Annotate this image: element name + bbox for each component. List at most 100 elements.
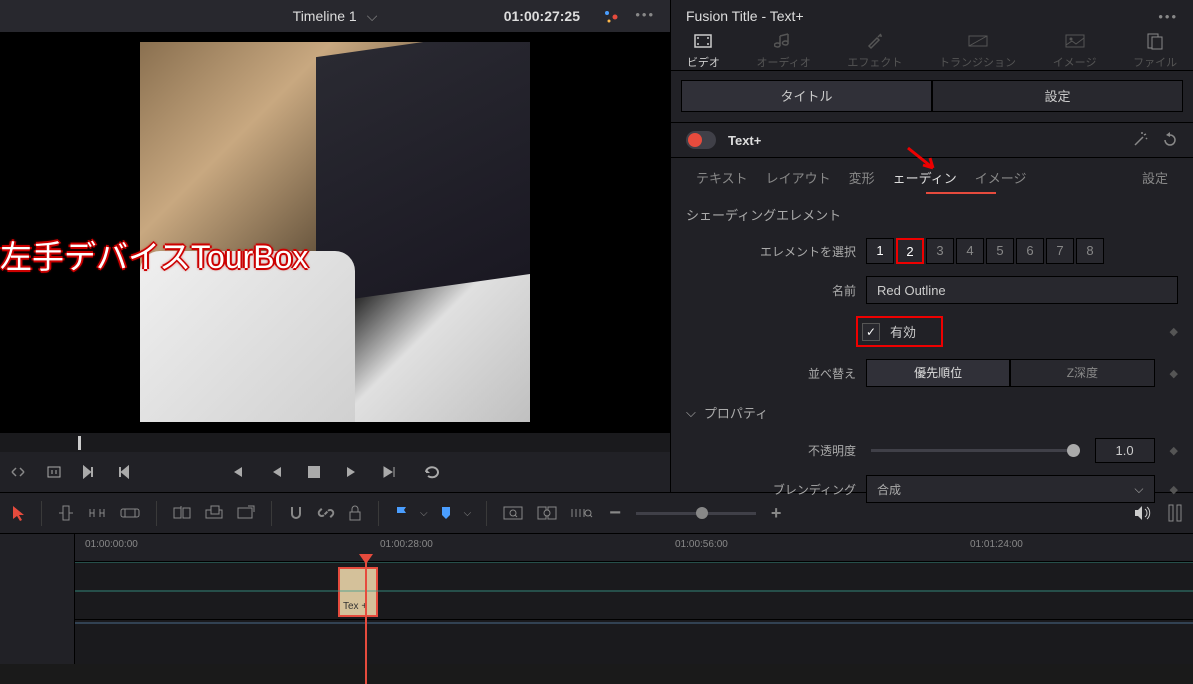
- volume-icon[interactable]: [1132, 504, 1152, 522]
- element-3-button[interactable]: 3: [926, 238, 954, 264]
- chevron-down-icon[interactable]: ⌵: [420, 508, 428, 519]
- snap-icon[interactable]: [287, 504, 305, 522]
- viewer[interactable]: 左手デバイスTourBox: [0, 32, 670, 432]
- options-icon[interactable]: •••: [635, 7, 655, 22]
- viewer-scrubber[interactable]: [0, 432, 670, 452]
- timeline-name-label: Timeline 1: [293, 8, 357, 24]
- expand-icon[interactable]: [10, 465, 26, 479]
- replace-icon[interactable]: [236, 504, 256, 522]
- opacity-slider[interactable]: [871, 449, 1080, 452]
- lock-icon[interactable]: [347, 504, 363, 522]
- zoom-custom-icon[interactable]: [570, 505, 594, 521]
- scrub-marker: [78, 436, 81, 450]
- dynamic-trim-icon[interactable]: [119, 505, 141, 521]
- blending-dropdown[interactable]: 合成 ⌵: [866, 475, 1155, 503]
- subtab-settings[interactable]: 設定: [1142, 168, 1168, 187]
- subtab-underline: [926, 192, 996, 194]
- select-element-label: エレメントを選択: [686, 243, 856, 260]
- text-enable-toggle[interactable]: [686, 131, 716, 149]
- slider-thumb[interactable]: [1067, 444, 1080, 457]
- tab-transition[interactable]: トランジション: [939, 32, 1016, 70]
- element-4-button[interactable]: 4: [956, 238, 984, 264]
- sort-label: 並べ替え: [686, 365, 856, 382]
- prev-clip-button[interactable]: [116, 465, 130, 479]
- video-clip-bar: [75, 622, 1193, 624]
- sort-priority-button[interactable]: 優先順位: [866, 359, 1010, 387]
- tab-video[interactable]: ビデオ: [687, 32, 720, 70]
- next-clip-button[interactable]: [82, 465, 96, 479]
- title-tab-button[interactable]: タイトル: [681, 80, 932, 112]
- sort-zdepth-button[interactable]: Z深度: [1010, 359, 1154, 387]
- inspector-title: Fusion Title - Text+: [686, 8, 804, 24]
- element-1-button[interactable]: 1: [866, 238, 894, 264]
- zoom-detail-icon[interactable]: [536, 505, 558, 521]
- loop-button[interactable]: [423, 464, 441, 480]
- settings-tab-button[interactable]: 設定: [932, 80, 1183, 112]
- ruler-tick: 01:00:00:00: [85, 539, 138, 550]
- marker-icon[interactable]: [440, 505, 452, 521]
- element-5-button[interactable]: 5: [986, 238, 1014, 264]
- properties-collapse[interactable]: ⌵ プロパティ: [671, 393, 1193, 432]
- sparkle-icon[interactable]: [602, 8, 620, 26]
- timeline-name[interactable]: Timeline 1 ⌵: [293, 8, 378, 25]
- zoom-out-icon[interactable]: −: [609, 502, 621, 525]
- match-frame-button[interactable]: [46, 465, 62, 479]
- subtab-text[interactable]: テキスト: [696, 168, 748, 187]
- shading-section-header: シェーディングエレメント: [671, 197, 1193, 232]
- enabled-checkbox[interactable]: ✓: [862, 323, 880, 341]
- element-7-button[interactable]: 7: [1046, 238, 1074, 264]
- element-8-button[interactable]: 8: [1076, 238, 1104, 264]
- flag-icon[interactable]: [394, 505, 408, 521]
- timeline-options-icon[interactable]: [1167, 503, 1183, 523]
- zoom-slider[interactable]: [636, 512, 756, 515]
- chevron-down-icon[interactable]: ⌵: [464, 508, 472, 519]
- subtab-layout[interactable]: レイアウト: [766, 168, 831, 187]
- tab-effect[interactable]: エフェクト: [847, 32, 902, 70]
- ruler-tick: 01:00:56:00: [675, 539, 728, 550]
- overwrite-icon[interactable]: [204, 504, 224, 522]
- chevron-down-icon[interactable]: ⌵: [367, 8, 378, 25]
- zoom-slider-thumb[interactable]: [696, 507, 708, 519]
- tab-file[interactable]: ファイル: [1133, 32, 1177, 70]
- play-button[interactable]: [345, 464, 357, 480]
- name-input[interactable]: [866, 276, 1178, 304]
- next-frame-button[interactable]: [382, 464, 398, 480]
- ruler-tick: 01:00:28:00: [380, 539, 433, 550]
- link-icon[interactable]: [317, 504, 335, 522]
- wand-icon[interactable]: [1132, 132, 1150, 148]
- tab-image[interactable]: イメージ: [1053, 32, 1097, 70]
- track-headers[interactable]: [0, 534, 75, 664]
- keyframe-icon[interactable]: ◆: [1170, 444, 1178, 457]
- tab-audio[interactable]: オーディオ: [756, 32, 810, 70]
- timecode[interactable]: 01:00:27:25: [504, 8, 580, 24]
- insert-icon[interactable]: [172, 504, 192, 522]
- keyframe-icon[interactable]: ◆: [1170, 367, 1178, 380]
- chevron-down-icon: ⌵: [686, 405, 696, 421]
- selection-tool[interactable]: [10, 504, 26, 522]
- element-6-button[interactable]: 6: [1016, 238, 1044, 264]
- first-frame-button[interactable]: [230, 464, 246, 480]
- keyframe-icon[interactable]: ◆: [1170, 325, 1178, 338]
- audio-track-1[interactable]: [75, 620, 1193, 650]
- audio-clip[interactable]: [75, 562, 1193, 592]
- opacity-label: 不透明度: [686, 442, 856, 459]
- keyframe-icon[interactable]: ◆: [1170, 483, 1178, 496]
- options-icon[interactable]: •••: [1158, 9, 1178, 24]
- zoom-full-icon[interactable]: [502, 505, 524, 521]
- arrow-annotation: [903, 143, 943, 178]
- blending-label: ブレンディング: [686, 481, 856, 498]
- stop-button[interactable]: [308, 464, 320, 480]
- blade-tool-icon[interactable]: [57, 504, 75, 522]
- prev-frame-button[interactable]: [271, 464, 283, 480]
- element-2-button[interactable]: 2: [896, 238, 924, 264]
- opacity-input[interactable]: [1095, 438, 1155, 463]
- trim-tool-icon[interactable]: [87, 504, 107, 522]
- ruler-tick: 01:01:24:00: [970, 539, 1023, 550]
- timeline-ruler[interactable]: 01:00:00:00 01:00:28:00 01:00:56:00 01:0…: [75, 534, 1193, 562]
- playhead[interactable]: [365, 554, 367, 684]
- chevron-down-icon: ⌵: [1134, 482, 1143, 497]
- subtab-image[interactable]: イメージ: [975, 168, 1027, 187]
- reset-icon[interactable]: [1162, 132, 1178, 148]
- zoom-in-icon[interactable]: +: [771, 503, 782, 524]
- subtab-transform[interactable]: 変形: [849, 168, 875, 187]
